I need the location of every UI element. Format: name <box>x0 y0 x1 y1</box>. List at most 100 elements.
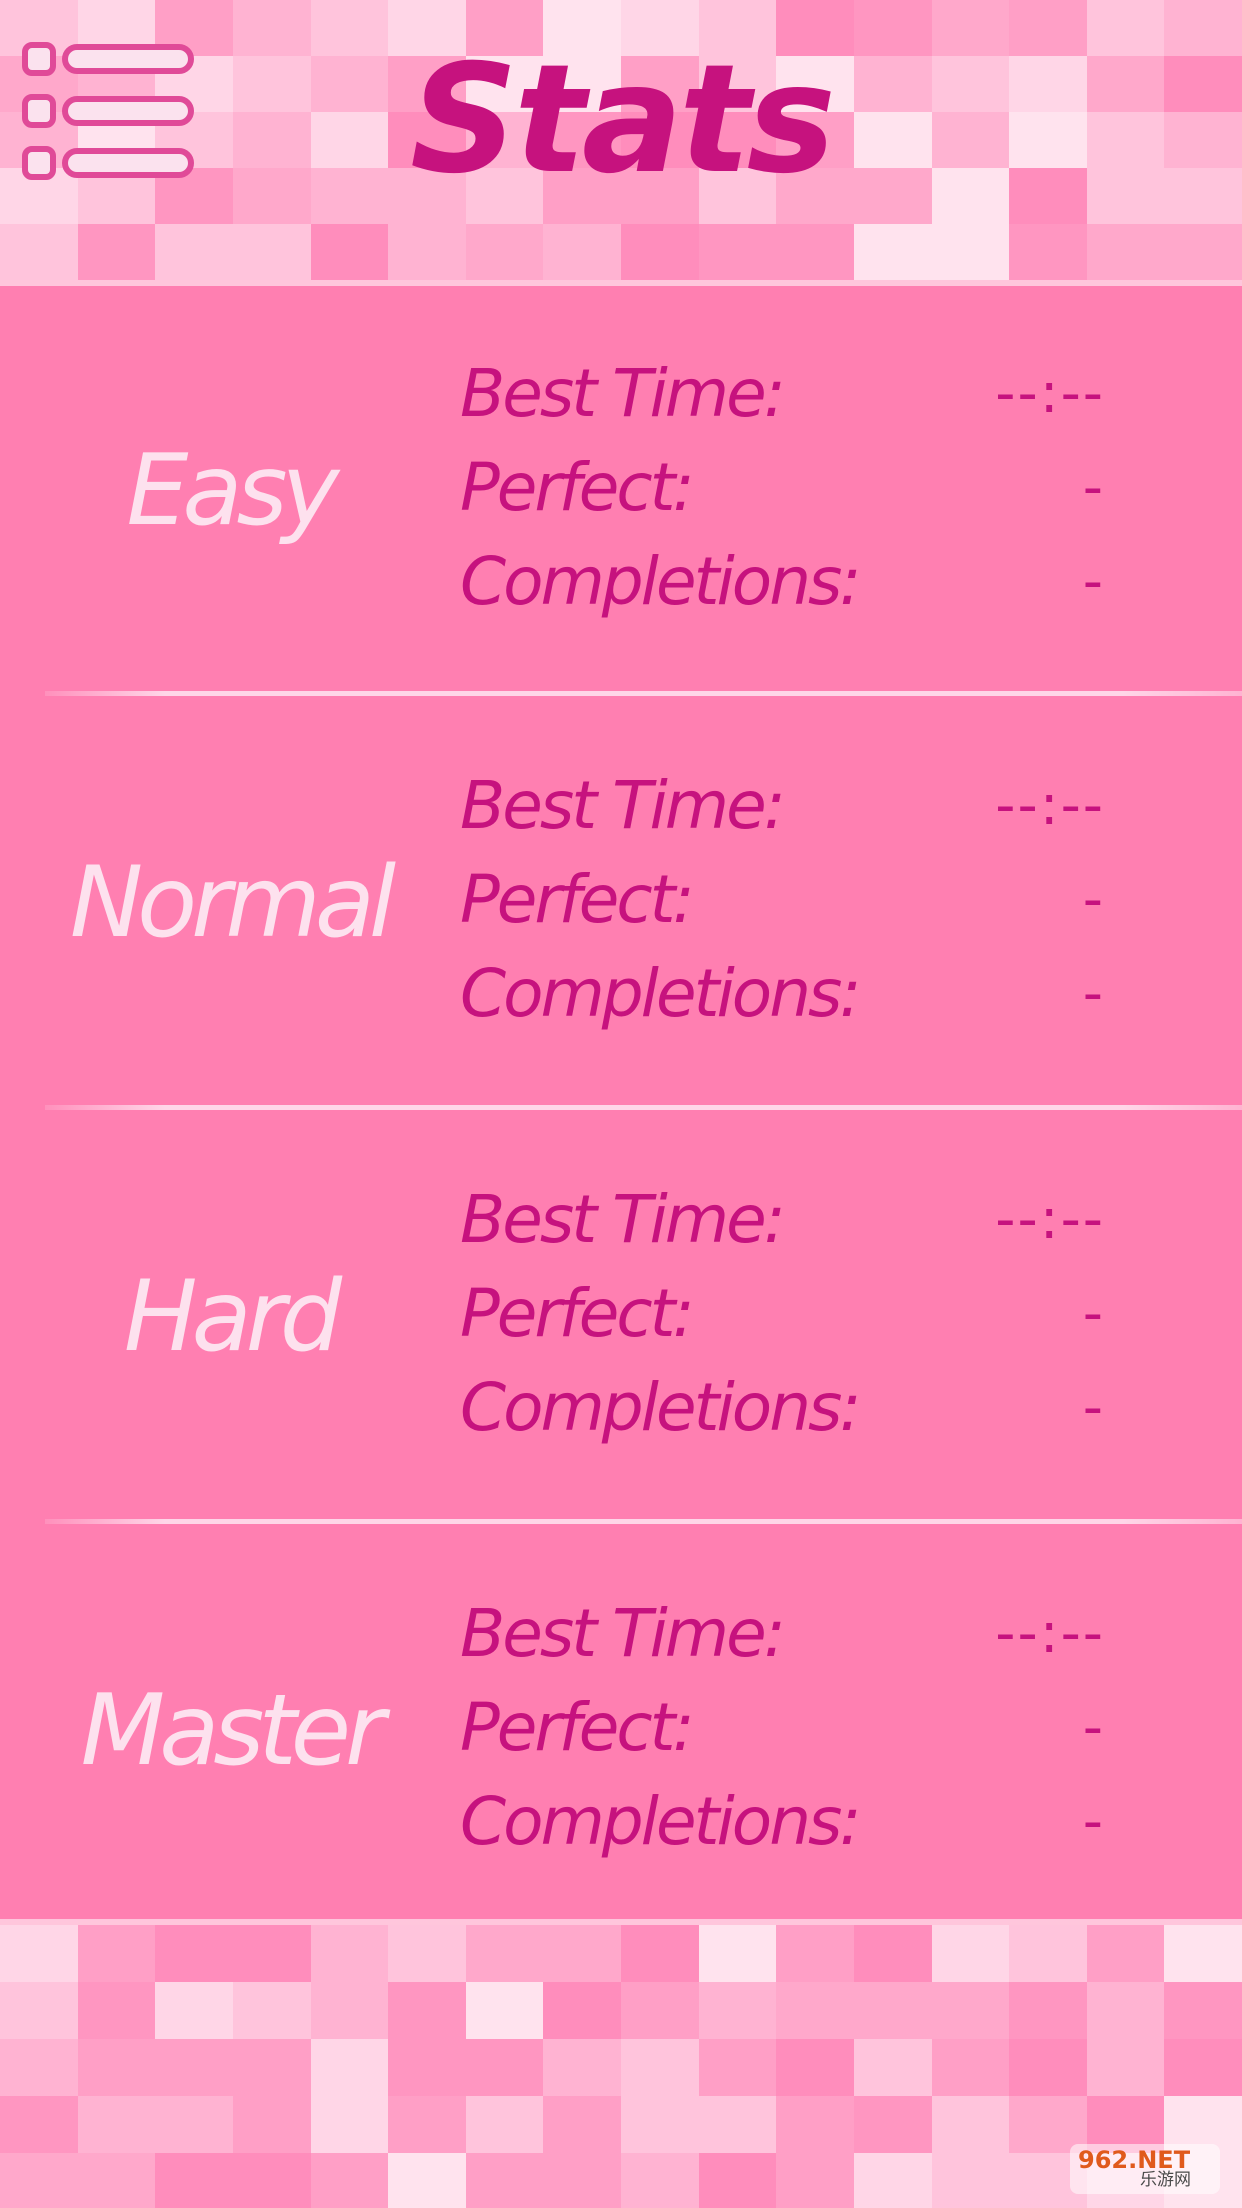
stat-label: Completions: <box>460 1783 862 1860</box>
stat-label: Best Time: <box>460 355 786 432</box>
stat-label: Best Time: <box>460 1181 786 1258</box>
stat-label: Completions: <box>460 543 862 620</box>
stat-label: Best Time: <box>460 1595 786 1672</box>
stat-value: - <box>1082 867 1105 932</box>
mosaic-tile <box>77 2153 156 2208</box>
mosaic-tile <box>931 1982 1010 2039</box>
mosaic-tile <box>776 1925 854 1982</box>
stat-label: Perfect: <box>460 861 695 938</box>
mosaic-tile <box>853 1982 932 2039</box>
mosaic-tile <box>465 2153 544 2208</box>
stats-panel: Easy Best Time: --:-- Perfect: - Complet… <box>0 280 1242 1925</box>
stat-label: Best Time: <box>460 767 786 844</box>
mosaic-tile <box>543 1925 621 1982</box>
stat-label: Perfect: <box>460 1689 695 1766</box>
stat-label: Perfect: <box>460 1275 695 1352</box>
mosaic-tile <box>621 2039 699 2096</box>
stat-label: Completions: <box>460 1369 862 1446</box>
mosaic-tile <box>1086 2039 1165 2096</box>
mosaic-tile <box>155 1925 233 1982</box>
page-title: Stats <box>410 33 836 207</box>
completions-row: Completions: - <box>460 536 1105 628</box>
mosaic-tile <box>931 2039 1010 2096</box>
mosaic-tile <box>698 2153 777 2208</box>
mosaic-tile <box>776 2039 854 2096</box>
stat-value: - <box>1082 1281 1105 1346</box>
mosaic-tile <box>931 1925 1010 1982</box>
mosaic-tile <box>77 2039 156 2096</box>
mosaic-tile <box>232 1982 311 2039</box>
mosaic-tile <box>0 1925 78 1982</box>
stat-value: - <box>1082 549 1105 614</box>
mosaic-tile <box>388 2039 466 2096</box>
mosaic-tile <box>853 1925 932 1982</box>
mosaic-tile <box>310 2039 389 2096</box>
mosaic-tile <box>0 1982 78 2039</box>
section-divider <box>45 1519 1242 1524</box>
best-time-row: Best Time: --:-- <box>460 760 1105 852</box>
watermark-subtext: 乐游网 <box>1140 2170 1191 2190</box>
mosaic-tile <box>776 2096 854 2153</box>
mosaic-tile <box>1164 2039 1242 2096</box>
mosaic-tile <box>310 2153 389 2208</box>
mosaic-tile <box>698 2039 777 2096</box>
mosaic-tile <box>0 2153 78 2208</box>
mosaic-tile <box>853 2153 932 2208</box>
mosaic-tile <box>931 2153 1010 2208</box>
mosaic-tile <box>776 1982 854 2039</box>
mosaic-tile <box>621 1925 699 1982</box>
perfect-row: Perfect: - <box>460 442 1105 534</box>
stat-value: - <box>1082 1695 1105 1760</box>
mosaic-tile <box>543 2096 621 2153</box>
mosaic-tile <box>77 2096 156 2153</box>
mosaic-tile <box>1009 1982 1087 2039</box>
mosaic-tile <box>0 2096 78 2153</box>
mosaic-tile <box>155 1982 233 2039</box>
mosaic-tile <box>1009 1925 1087 1982</box>
mosaic-tile <box>465 1925 544 1982</box>
mosaic-tile <box>1086 1925 1165 1982</box>
mosaic-tile <box>0 2039 78 2096</box>
mosaic-tile <box>621 1982 699 2039</box>
difficulty-label: Master <box>80 1674 386 1788</box>
perfect-row: Perfect: - <box>460 1682 1105 1774</box>
stats-section-hard: Hard Best Time: --:-- Perfect: - Complet… <box>0 1112 1242 1524</box>
mosaic-tile <box>621 2153 699 2208</box>
mosaic-tile <box>698 1925 777 1982</box>
mosaic-tile <box>388 1925 466 1982</box>
mosaic-tile <box>1164 1925 1242 1982</box>
mosaic-tile <box>621 2096 699 2153</box>
mosaic-tile <box>310 1982 389 2039</box>
stat-value: - <box>1082 455 1105 520</box>
stat-label: Perfect: <box>460 449 695 526</box>
perfect-row: Perfect: - <box>460 854 1105 946</box>
mosaic-tile <box>388 1982 466 2039</box>
stat-value: - <box>1082 1789 1105 1854</box>
stat-value: - <box>1082 1375 1105 1440</box>
difficulty-label: Normal <box>69 846 396 960</box>
difficulty-label: Hard <box>123 1260 342 1374</box>
mosaic-tile <box>155 2039 233 2096</box>
completions-row: Completions: - <box>460 1776 1105 1868</box>
mosaic-tile <box>853 2096 932 2153</box>
mosaic-tile <box>155 2096 233 2153</box>
mosaic-tile <box>776 2153 854 2208</box>
mosaic-tile <box>155 2153 233 2208</box>
section-divider <box>45 691 1242 696</box>
best-time-row: Best Time: --:-- <box>460 1174 1105 1266</box>
mosaic-tile <box>232 2096 311 2153</box>
header: Stats <box>0 0 1242 280</box>
mosaic-tile <box>388 2153 466 2208</box>
mosaic-tile <box>232 1925 311 1982</box>
section-divider <box>45 1105 1242 1110</box>
best-time-row: Best Time: --:-- <box>460 1588 1105 1680</box>
mosaic-tile <box>1009 2039 1087 2096</box>
mosaic-tile <box>310 2096 389 2153</box>
mosaic-tile <box>465 2096 544 2153</box>
mosaic-tile <box>465 1982 544 2039</box>
mosaic-tile <box>698 1982 777 2039</box>
stat-value: - <box>1082 961 1105 1026</box>
best-time-row: Best Time: --:-- <box>460 348 1105 440</box>
stats-section-normal: Normal Best Time: --:-- Perfect: - Compl… <box>0 698 1242 1110</box>
mosaic-tile <box>77 1982 156 2039</box>
